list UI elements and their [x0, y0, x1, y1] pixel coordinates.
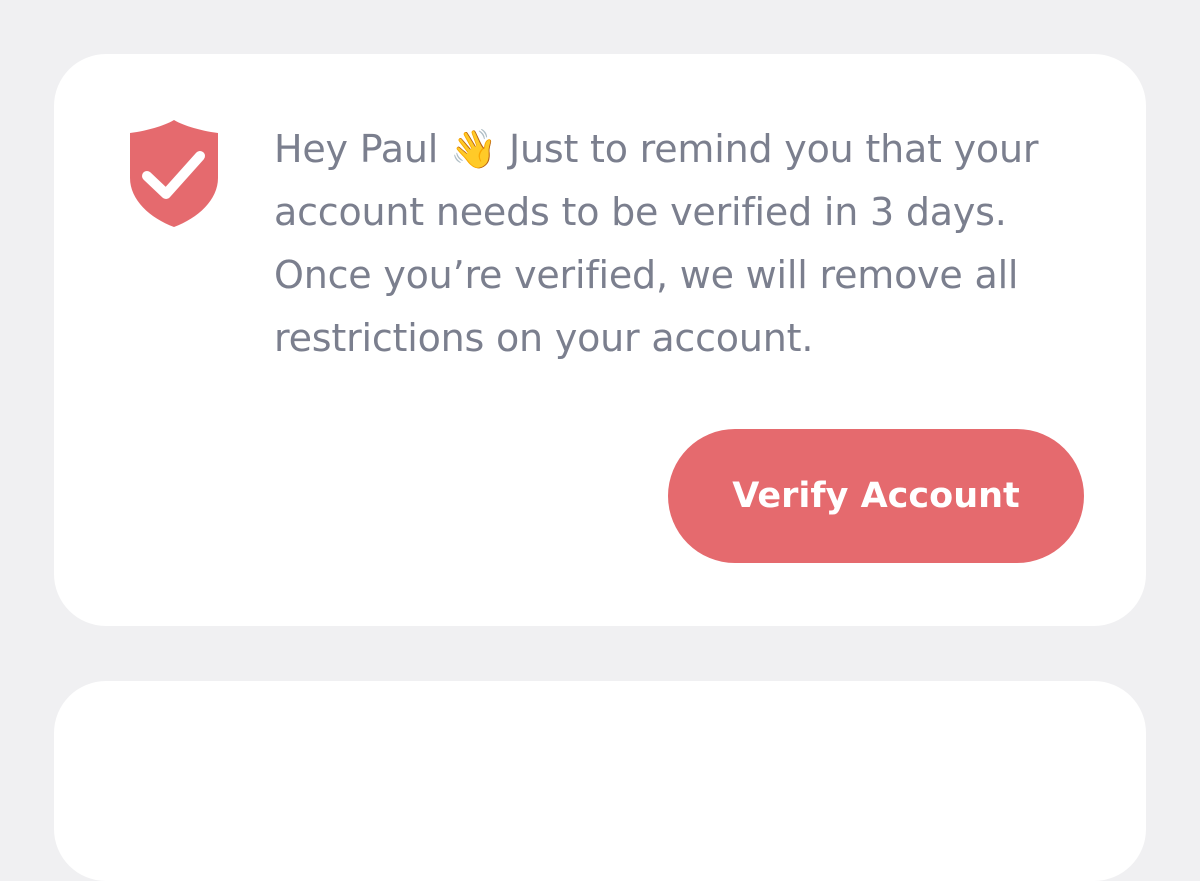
secondary-card: [54, 681, 1146, 881]
wave-emoji: 👋: [449, 127, 498, 171]
verification-reminder-card: Hey Paul 👋 Just to remind you that your …: [54, 54, 1146, 626]
reminder-message: Hey Paul 👋 Just to remind you that your …: [274, 118, 1094, 370]
greeting-text: Hey Paul: [274, 127, 439, 171]
verify-account-button[interactable]: Verify Account: [668, 429, 1084, 563]
shield-check-icon: [128, 118, 220, 228]
